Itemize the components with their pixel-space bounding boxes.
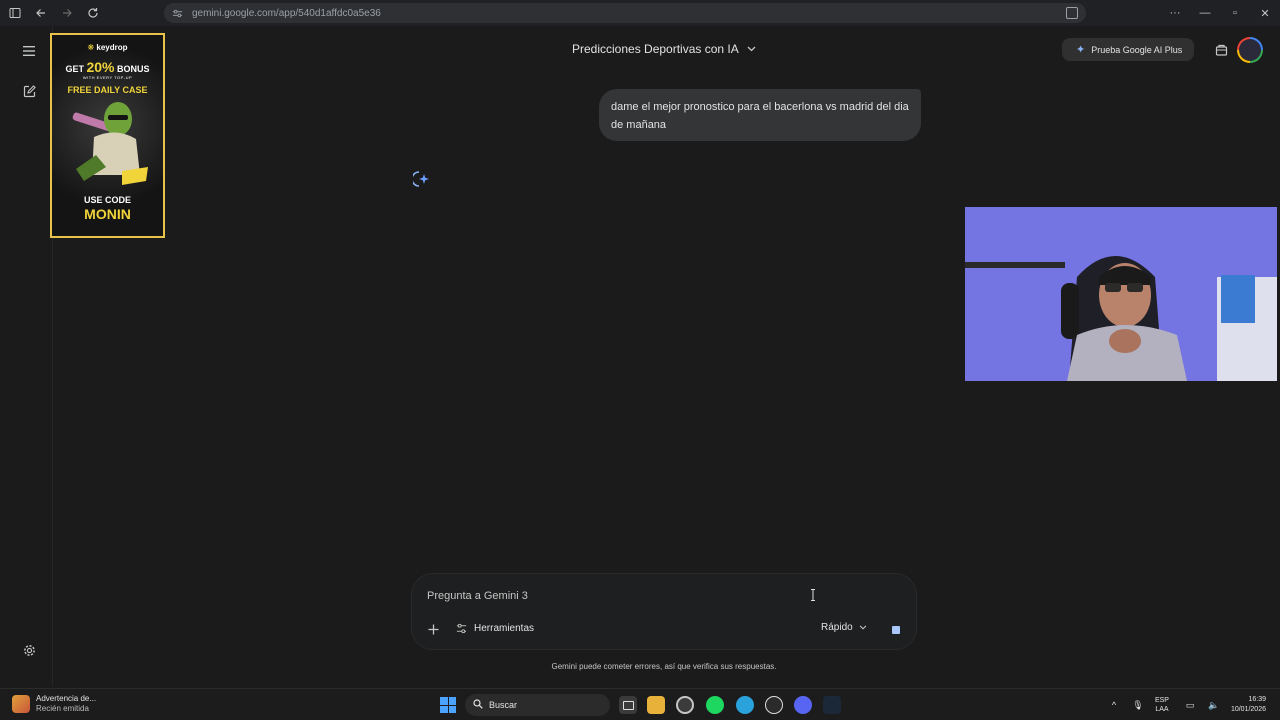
network-icon[interactable]: ▭ [1183,700,1197,711]
windows-start-icon[interactable] [440,697,456,713]
ad-topup: WITH EVERY TOP-UP [82,75,133,80]
gemini-loading-icon [413,171,429,187]
tools-icon [456,622,468,634]
text-cursor-icon [810,589,815,602]
site-settings-icon[interactable] [172,7,184,19]
new-chat-icon[interactable] [20,82,38,100]
ad-bonus: GET 20% BONUS [52,59,163,75]
weather-warning-notification[interactable]: Advertencia de... Recién emitida [12,694,96,714]
keydrop-ad[interactable]: ❋ keydrop GET 20% BONUS WITH EVERY TOP-U… [50,33,165,238]
clock-time: 16:39 [1248,696,1266,703]
telegram-icon[interactable] [736,696,754,714]
notification-title: Advertencia de... [36,694,97,703]
windows-taskbar: Advertencia de... Recién emitida Buscar … [0,688,1280,720]
reload-icon[interactable] [84,4,102,22]
search-label: Buscar [489,700,518,710]
discord-icon[interactable] [794,696,812,714]
maximize-icon[interactable]: ▫ [1220,7,1250,19]
window-controls: ··· — ▫ ✕ [1160,0,1280,26]
ad-bonus-pre: GET [65,64,87,74]
notification-subtitle: Recién emitida [36,704,89,713]
account-avatar[interactable] [1237,37,1263,63]
disclaimer-text: Gemini puede cometer errores, así que ve… [551,662,777,671]
taskbar-search[interactable]: Buscar [465,694,610,716]
stop-generation-button[interactable] [888,622,904,638]
settings-icon[interactable] [20,641,38,659]
prompt-input[interactable]: Pregunta a Gemini 3 [427,590,528,602]
chevron-down-icon [859,623,867,632]
mode-label: Rápido [821,622,853,633]
stop-icon [892,626,900,634]
screen: gemini.google.com/app/540d1affdc0a5e36 ·… [0,0,1280,720]
menu-icon[interactable] [20,42,38,60]
file-explorer-icon[interactable] [647,696,665,714]
browser-toolbar: gemini.google.com/app/540d1affdc0a5e36 ·… [0,0,1280,26]
url-text[interactable]: gemini.google.com/app/540d1affdc0a5e36 [192,8,381,19]
clock[interactable]: 16:39 10/01/2026 [1231,695,1266,715]
chevron-down-icon[interactable] [747,44,756,54]
language-region: LAA [1155,706,1169,713]
tray-expand-icon[interactable]: ^ [1107,700,1121,710]
forward-icon[interactable] [58,4,76,22]
search-icon [473,698,483,712]
gemini-spark-icon: ✦ [1076,44,1086,56]
ad-brand-text: keydrop [96,43,128,52]
webcam-overlay [965,207,1277,381]
ad-bonus-percent: 20% [86,59,115,75]
sidebar-toggle-icon[interactable] [6,4,24,22]
chat-title[interactable]: Predicciones Deportivas con IA [572,42,739,56]
chat-title-dropdown[interactable]: Predicciones Deportivas con IA [572,42,756,56]
close-icon[interactable]: ✕ [1250,7,1280,20]
notification-text: Advertencia de... Recién emitida [36,694,96,714]
language-indicator[interactable]: ESP LAA [1155,696,1169,714]
webcam-scene [965,207,1277,381]
browser-nav [0,4,160,22]
more-icon[interactable]: ··· [1160,7,1190,19]
tools-button[interactable]: Herramientas [456,622,534,634]
upgrade-label: Prueba Google AI Plus [1091,44,1183,55]
temporary-chat-icon[interactable] [1211,40,1231,60]
system-tray: ^ 🎙 ESP LAA ▭ 🔈 16:39 10/01/2026 [1107,689,1280,720]
ad-bonus-post: BONUS [114,64,150,74]
upgrade-button[interactable]: ✦ Prueba Google AI Plus [1062,38,1194,61]
language-code: ESP [1154,697,1169,704]
left-rail [0,26,53,686]
ad-daily-case: FREE DAILY CASE [67,85,148,95]
reader-mode-icon[interactable] [1066,7,1078,19]
ad-code: MONIN [84,206,131,222]
app-circle-icon[interactable] [765,696,783,714]
mode-selector[interactable]: Rápido [821,622,867,633]
steam-icon[interactable] [823,696,841,714]
spotify-icon[interactable] [706,696,724,714]
address-bar[interactable]: gemini.google.com/app/540d1affdc0a5e36 [164,3,1086,23]
browser-app-icon[interactable] [676,696,694,714]
microphone-icon[interactable]: 🎙 [1131,700,1145,711]
warning-icon [12,695,30,713]
task-view-icon[interactable] [619,696,637,714]
volume-icon[interactable]: 🔈 [1207,700,1221,711]
user-message-bubble: dame el mejor pronostico para el bacerlo… [599,89,921,141]
ad-use-code: USE CODE [83,195,131,205]
back-icon[interactable] [32,4,50,22]
add-attachment-icon[interactable] [424,620,442,638]
avatar-image [1239,39,1261,61]
ad-character-illustration [72,102,148,185]
minimize-icon[interactable]: — [1190,7,1220,19]
prompt-composer[interactable]: Pregunta a Gemini 3 Herramientas Rápido [411,573,917,650]
ad-brand: ❋ keydrop [52,43,163,52]
clock-date: 10/01/2026 [1230,706,1266,713]
tools-label: Herramientas [474,622,535,634]
